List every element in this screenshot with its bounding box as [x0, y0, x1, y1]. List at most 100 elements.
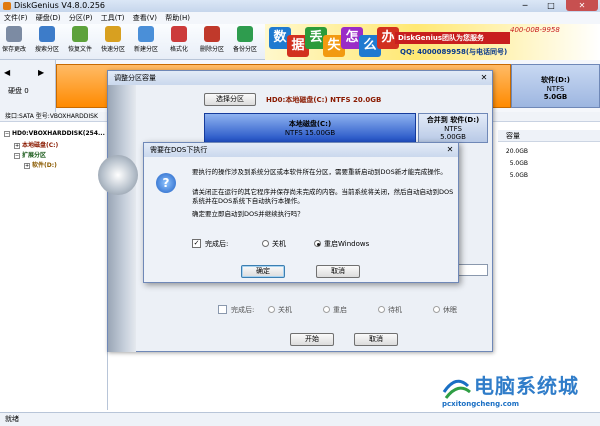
radio-restart-label: 重启 [333, 306, 347, 314]
search-icon [39, 26, 55, 42]
menu-file[interactable]: 文件(F) [0, 12, 31, 23]
toolbar-button-label: 新建分区 [133, 46, 158, 53]
after-complete-checkbox[interactable]: ✓ [192, 239, 201, 248]
minimize-button[interactable]: ─ [514, 0, 536, 11]
expand-icon[interactable]: + [14, 142, 20, 149]
partition-d-name: 软件(D:) [540, 76, 570, 84]
radio-hibernate[interactable] [433, 306, 440, 313]
partition-d-resize-bar[interactable]: 合并到 软件(D:) NTFS 5.00GB [418, 113, 488, 143]
toolbar: 保存更改 搜索分区 恢复文件 快速分区 新建分区 格式化 删除分区 备份分区 [0, 24, 265, 60]
tree-node-c[interactable]: + 本地磁盘(C:) [14, 140, 58, 149]
dos-message-3: 确定要立即启动到DOS并继续执行吗？ [192, 210, 304, 218]
collapse-icon[interactable]: − [4, 130, 10, 137]
toolbar-button[interactable]: 搜索分区 [35, 26, 59, 58]
close-button[interactable]: ✕ [566, 0, 598, 11]
expand-icon[interactable]: + [24, 162, 30, 169]
toolbar-button[interactable]: 删除分区 [200, 26, 224, 58]
toolbar-button[interactable]: 备份分区 [233, 26, 257, 58]
disk-label: 硬盘 0 [8, 87, 29, 95]
toolbar-button[interactable]: 快速分区 [101, 26, 125, 58]
partition-c-resize-bar[interactable]: 本地磁盘(C:) NTFS 15.00GB [204, 113, 416, 143]
menu-partition[interactable]: 分区(P) [66, 12, 96, 23]
resize-after-options: 完成后: 关机 重启 待机 休眠 [218, 303, 488, 317]
toolbar-button-label: 恢复文件 [67, 46, 92, 53]
start-button[interactable]: 开始 [290, 333, 334, 346]
capacity-header: 容量 [498, 130, 600, 142]
toolbar-button[interactable]: 格式化 [168, 26, 190, 58]
hard-disk-illustration [98, 85, 138, 352]
ad-banner[interactable]: 数据丢失怎么办 DiskGenius团队为您服务 400-00B-9958 QQ… [265, 24, 600, 60]
radio-shutdown[interactable] [262, 240, 269, 247]
recover-icon [72, 26, 88, 42]
prev-disk-button[interactable]: ◀ [4, 68, 10, 77]
watermark: 电脑系统城 pcxitongcheng.com [440, 368, 600, 410]
banner-qq: QQ: 4000089958(与电话同号) [400, 48, 508, 56]
disk-platter-icon [98, 155, 138, 195]
new-partition-icon [138, 26, 154, 42]
dos-after-options: ✓ 完成后: 关机 重启Windows [192, 238, 454, 250]
radio-standby-label: 待机 [388, 306, 402, 314]
capacity-value: 5.0GB [509, 160, 528, 167]
partition-d-merge-label: 合并到 软件(D:) [426, 116, 480, 124]
tree-c-label: 本地磁盘(C:) [22, 142, 59, 149]
toolbar-button-label: 保存更改 [1, 46, 26, 53]
banner-brand: DiskGenius团队为您服务 [395, 32, 510, 44]
size-input[interactable] [458, 264, 488, 276]
partition-d-size: 5.0GB [543, 93, 568, 101]
menu-disk[interactable]: 硬盘(D) [33, 12, 64, 23]
radio-restart[interactable] [323, 306, 330, 313]
next-disk-button[interactable]: ▶ [38, 68, 44, 77]
format-icon [171, 26, 187, 42]
select-partition-button[interactable]: 选择分区 [204, 93, 256, 106]
tree-node-d[interactable]: + 软件(D:) [24, 160, 57, 169]
capacity-value: 20.0GB [505, 148, 528, 155]
partition-d-fs: NTFS [546, 85, 565, 93]
disk-info-panel: ◀ ▶ 硬盘 0 [0, 60, 56, 120]
radio-restart-windows[interactable] [314, 240, 321, 247]
capacity-value: 5.0GB [509, 172, 528, 179]
resize-cancel-button[interactable]: 取消 [354, 333, 398, 346]
toolbar-button-label: 格式化 [169, 46, 188, 53]
toolbar-button[interactable]: 恢复文件 [68, 26, 92, 58]
tree-disk-label: HD0:VBOXHARDDISK(254... [12, 130, 105, 137]
menu-help[interactable]: 帮助(H) [162, 12, 193, 23]
radio-shutdown-label: 关机 [272, 240, 286, 248]
maximize-button[interactable]: □ [540, 0, 562, 11]
cancel-button[interactable]: 取消 [316, 265, 360, 278]
resize-dialog-close-button[interactable]: ✕ [478, 72, 490, 83]
after-complete-label: 完成后: [205, 240, 229, 248]
ok-button[interactable]: 确定 [241, 265, 285, 278]
collapse-icon[interactable]: − [14, 152, 20, 159]
dos-dialog-title: 需要在DOS下执行 [144, 143, 458, 157]
partition-d-bar[interactable]: 软件(D:) NTFS 5.0GB [511, 64, 600, 108]
radio-standby[interactable] [378, 306, 385, 313]
partition-c-fs: NTFS 15.00GB [284, 129, 336, 137]
toolbar-button-label: 快速分区 [100, 46, 125, 53]
status-bar: 就绪 [0, 412, 600, 426]
banner-hotline: 400-00B-9958 [510, 26, 560, 34]
dos-message-2: 请关闭正在运行的其它程序并保存尚未完成的内容。当前系统将关闭，然后自动启动到DO… [192, 188, 454, 205]
menu-tools[interactable]: 工具(T) [98, 12, 128, 23]
dos-dialog-close-button[interactable]: ✕ [444, 144, 456, 155]
tree-node-extended[interactable]: − 扩展分区 [14, 150, 46, 159]
quick-partition-icon [105, 26, 121, 42]
window-title: DiskGenius V4.8.0.256 [14, 1, 106, 10]
delete-partition-icon [204, 26, 220, 42]
toolbar-button-label: 备份分区 [232, 46, 257, 53]
tree-disk-node[interactable]: − HD0:VBOXHARDDISK(254... [4, 130, 105, 137]
watermark-text: 电脑系统城 [474, 374, 579, 398]
menu-bar: 文件(F) 硬盘(D) 分区(P) 工具(T) 查看(V) 帮助(H) [0, 12, 600, 24]
watermark-url: pcxitongcheng.com [442, 400, 520, 408]
dos-confirm-dialog: 需要在DOS下执行 ✕ ? 要执行的操作涉及到系统分区或本软件所在分区，需要重新… [143, 142, 459, 283]
toolbar-button-label: 搜索分区 [34, 46, 59, 53]
backup-icon [237, 26, 253, 42]
selected-partition-label: HD0:本地磁盘(C:) NTFS 20.0GB [266, 96, 382, 104]
menu-view[interactable]: 查看(V) [130, 12, 160, 23]
toolbar-button[interactable]: 新建分区 [134, 26, 158, 58]
dos-message-1: 要执行的操作涉及到系统分区或本软件所在分区，需要重新启动到DOS新才能完成操作。 [192, 168, 447, 176]
toolbar-button[interactable]: 保存更改 [2, 26, 26, 58]
radio-shutdown[interactable] [268, 306, 275, 313]
after-complete-checkbox[interactable] [218, 305, 227, 314]
question-icon: ? [156, 173, 176, 193]
toolbar-button-label: 删除分区 [199, 46, 224, 53]
